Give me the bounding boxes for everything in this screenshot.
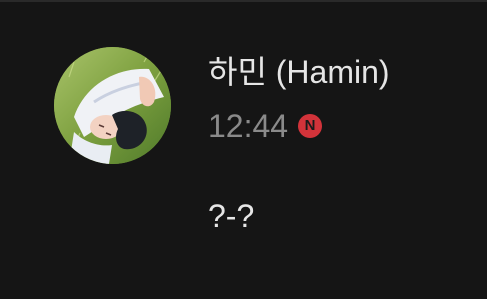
new-badge-icon: N (298, 114, 323, 138)
message-meta: 12:44 N (208, 106, 323, 146)
message-text: ?-? (208, 198, 255, 234)
avatar[interactable] (54, 47, 171, 164)
sender-name[interactable]: 하민 (Hamin) (208, 52, 390, 92)
avatar-image (54, 47, 171, 164)
top-divider (0, 0, 487, 2)
message-card: 하민 (Hamin) 12:44 N ?-? (0, 0, 487, 299)
message-time: 12:44 (208, 108, 289, 144)
